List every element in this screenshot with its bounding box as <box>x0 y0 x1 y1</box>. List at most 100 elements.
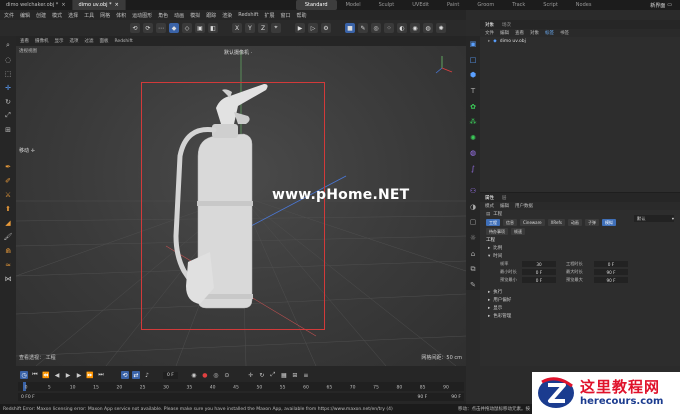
menu-animate[interactable]: 动画 <box>174 12 184 19</box>
menu-mode[interactable]: 模式 <box>52 12 62 19</box>
bevel-icon[interactable]: ◢ <box>3 217 14 228</box>
menu-mesh[interactable]: 网格 <box>100 12 110 19</box>
chip-animation[interactable]: 动画 <box>567 219 582 226</box>
layout-tab-paint[interactable]: Paint <box>438 0 468 10</box>
viewport-menu-filter[interactable]: 过滤 <box>85 38 94 44</box>
layout-tab-sculpt[interactable]: Sculpt <box>370 0 404 10</box>
playback-range-icon[interactable]: ⇄ <box>132 371 140 379</box>
render-to-picture-viewer-icon[interactable]: ▷ <box>308 23 318 33</box>
menu-volume[interactable]: 体积 <box>116 12 126 19</box>
null-object-icon[interactable]: ▣ <box>468 39 479 50</box>
text-icon[interactable]: T <box>468 86 479 97</box>
field-icon[interactable]: ✺ <box>468 132 479 143</box>
spline-pen-icon[interactable]: ✒ <box>3 161 14 172</box>
viewport-menu-view[interactable]: 查看 <box>20 38 29 44</box>
timeline-mode-icon[interactable]: ◷ <box>20 371 28 379</box>
layout-tab-track[interactable]: Track <box>503 0 534 10</box>
menu-character[interactable]: 角色 <box>158 12 168 19</box>
pen-tool-icon[interactable]: ✎ <box>358 23 368 33</box>
fps-field[interactable]: 30 <box>522 261 556 267</box>
range-end2-field[interactable]: 90 F <box>451 395 461 400</box>
light-icon[interactable]: ✺ <box>436 23 446 33</box>
om-menu-view[interactable]: 查看 <box>515 30 524 36</box>
search-icon[interactable]: ⌕ <box>3 40 14 51</box>
menu-file[interactable]: 文件 <box>4 12 14 19</box>
chip-info[interactable]: 信息 <box>503 219 517 226</box>
section-color-management[interactable]: ▸ 色彩管理 <box>480 312 680 320</box>
viewport-menu-cameras[interactable]: 摄像机 <box>35 38 49 44</box>
menu-track[interactable]: 跟踪 <box>206 12 216 19</box>
section-scale[interactable]: ▸ 比例 <box>480 244 680 252</box>
character-icon[interactable]: ⚇ <box>468 186 479 197</box>
effector-icon[interactable]: ⁂ <box>468 117 479 128</box>
undo-icon[interactable]: ⟲ <box>130 23 140 33</box>
timeline-ruler[interactable]: 0 5 10 15 20 25 30 35 40 45 50 55 60 65 70 75 80 85 90 <box>18 382 464 391</box>
position-key-icon[interactable]: ✛ <box>247 371 255 379</box>
array-icon[interactable]: ⁘ <box>384 23 394 33</box>
layout-tab-uvedit[interactable]: UVEdit <box>403 0 438 10</box>
menu-window[interactable]: 窗口 <box>281 12 291 19</box>
cube-icon[interactable]: ⬢ <box>468 70 479 81</box>
new-layout-button[interactable]: 新界面 ▭ <box>646 1 676 9</box>
go-to-start-icon[interactable]: ⏮ <box>31 371 39 379</box>
menu-redshift[interactable]: Redshift <box>238 12 258 18</box>
section-display[interactable]: ▸ 显示 <box>480 304 680 312</box>
brush-icon[interactable]: 🖌 <box>3 231 14 242</box>
chip-xrefs[interactable]: XRefs <box>547 219 565 226</box>
section-execute[interactable]: ▸ 执行 <box>480 288 680 296</box>
menu-tools[interactable]: 工具 <box>84 12 94 19</box>
menu-simulate[interactable]: 模拟 <box>190 12 200 19</box>
scene-icon[interactable]: ◉ <box>410 23 420 33</box>
am-menu-mode[interactable]: 模式 <box>485 203 494 209</box>
z-axis-lock-icon[interactable]: Z <box>258 23 268 33</box>
points-mode-icon[interactable]: ⋯ <box>156 23 166 33</box>
viewport-menu-redshift[interactable]: Redshift <box>115 39 133 44</box>
auto-key-icon[interactable]: ◎ <box>212 371 220 379</box>
pla-key-icon[interactable]: ⊞ <box>291 371 299 379</box>
subdivision-icon[interactable]: ◎ <box>371 23 381 33</box>
spline-icon[interactable]: □ <box>468 55 479 66</box>
camera-label[interactable]: 默认摄像机 · <box>224 49 252 56</box>
uv-mode-icon[interactable]: ◧ <box>208 23 218 33</box>
om-menu-file[interactable]: 文件 <box>485 30 494 36</box>
layout-tab-standard[interactable]: Standard <box>295 0 337 10</box>
light-object-icon[interactable]: ☼ <box>468 233 479 244</box>
live-selection-icon[interactable]: ◌ <box>3 54 14 65</box>
chip-todo[interactable]: 待办事项 <box>486 228 508 235</box>
polygons-mode-icon[interactable]: ▣ <box>195 23 205 33</box>
scale-icon[interactable]: ⤢ <box>3 110 14 121</box>
menu-help[interactable]: 帮助 <box>297 12 307 19</box>
menu-extensions[interactable]: 扩展 <box>265 12 275 19</box>
prev-frame-icon[interactable]: ◀ <box>53 371 61 379</box>
om-menu-bookmarks[interactable]: 书签 <box>560 30 569 36</box>
next-key-icon[interactable]: ⏩ <box>86 371 94 379</box>
section-time[interactable]: ▾ 时间 <box>480 252 680 260</box>
render-settings-icon[interactable]: ⚙ <box>321 23 331 33</box>
chip-bullet[interactable]: 子弹 <box>584 219 599 226</box>
rotation-key-icon[interactable]: ↻ <box>258 371 266 379</box>
layout-tab-nodes[interactable]: Nodes <box>567 0 601 10</box>
record-icon[interactable]: ● <box>201 371 209 379</box>
expand-icon[interactable]: ▸ <box>488 39 490 44</box>
next-frame-icon[interactable]: ▶ <box>75 371 83 379</box>
tab-objects[interactable]: 对象 <box>485 22 494 28</box>
preset-dropdown[interactable]: 默认 ▾ <box>634 215 674 222</box>
move-icon[interactable]: ✛ <box>3 82 14 93</box>
y-axis-lock-icon[interactable]: Y <box>245 23 255 33</box>
sketch-tool-icon[interactable]: ✎ <box>468 279 479 290</box>
layout-tab-script[interactable]: Script <box>534 0 567 10</box>
x-axis-lock-icon[interactable]: X <box>232 23 242 33</box>
render-output-icon[interactable]: ⧉ <box>468 264 479 275</box>
environment-icon[interactable]: ◑ <box>468 202 479 213</box>
range-start-field[interactable]: 0 F <box>21 395 28 400</box>
weld-icon[interactable]: ⋈ <box>3 273 14 284</box>
am-menu-userdata[interactable]: 用户数据 <box>515 203 533 209</box>
menu-create[interactable]: 创建 <box>36 12 46 19</box>
am-menu-edit[interactable]: 编辑 <box>500 203 509 209</box>
camera-object-icon[interactable]: ▢ <box>468 217 479 228</box>
om-menu-object[interactable]: 对象 <box>530 30 539 36</box>
layout-tab-groom[interactable]: Groom <box>468 0 503 10</box>
selection-rect-icon[interactable]: ⬚ <box>3 68 14 79</box>
tab-layers[interactable]: 层 <box>502 195 507 201</box>
preview-min-field[interactable]: 0 F <box>522 277 556 283</box>
